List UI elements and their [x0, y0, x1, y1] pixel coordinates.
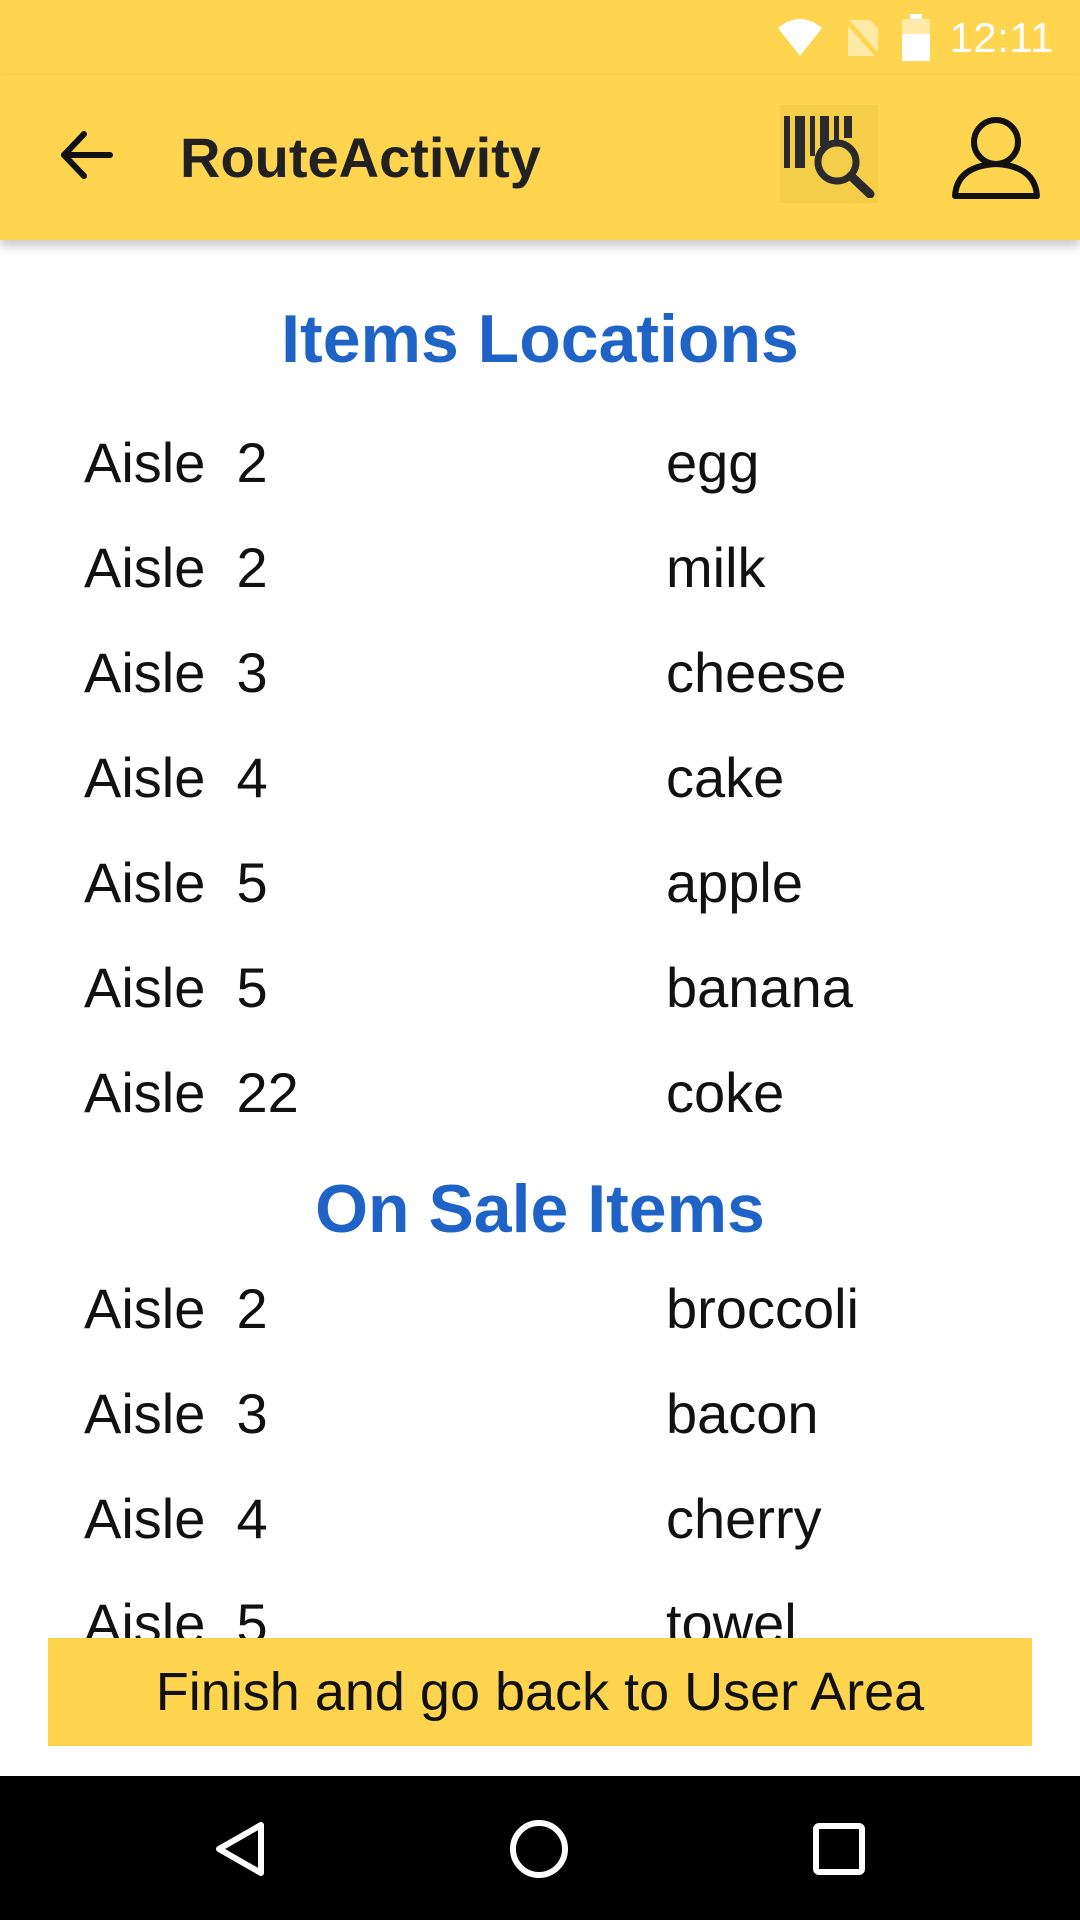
barcode-search-icon	[784, 116, 875, 198]
aisle-label: Aisle 22	[84, 1061, 299, 1124]
screen: 12:11 RouteActivity Items Locations Aisl…	[0, 0, 1080, 1920]
sale-row: Aisle 5 towel	[0, 1591, 1080, 1640]
aisle-label: Aisle 5	[84, 956, 268, 1019]
aisle-label: Aisle 5	[84, 1592, 268, 1640]
account-icon	[952, 117, 1040, 199]
arrow-back-icon	[61, 131, 113, 179]
item-label: towel	[666, 1592, 797, 1640]
aisle-label: Aisle 5	[84, 851, 268, 914]
nav-recents-icon	[813, 1823, 865, 1875]
aisle-label: Aisle 2	[84, 431, 268, 494]
content-list[interactable]: Items Locations Aisle 2 egg Aisle 2 milk…	[0, 240, 1080, 1640]
aisle-label: Aisle 3	[84, 1382, 268, 1445]
item-label: cake	[666, 746, 785, 809]
item-label: cherry	[666, 1487, 822, 1550]
location-row: Aisle 5 banana	[0, 955, 1080, 1035]
item-label: banana	[666, 956, 853, 1019]
page-title: RouteActivity	[180, 126, 541, 189]
status-icons: 12:11	[758, 12, 1055, 64]
sale-row: Aisle 4 cherry	[0, 1486, 1080, 1566]
aisle-label: Aisle 2	[84, 536, 268, 599]
location-row: Aisle 5 apple	[0, 850, 1080, 930]
sale-row: Aisle 2 broccoli	[0, 1276, 1080, 1356]
app-bar: RouteActivity	[0, 75, 1080, 240]
nav-back-icon	[216, 1822, 264, 1876]
nav-recents-button[interactable]	[804, 1814, 874, 1884]
item-label: egg	[666, 431, 760, 494]
item-label: cheese	[666, 641, 847, 704]
location-row: Aisle 3 cheese	[0, 640, 1080, 720]
item-label: apple	[666, 851, 804, 914]
wifi-icon	[776, 18, 824, 58]
battery-icon	[900, 14, 932, 62]
aisle-label: Aisle 4	[84, 1487, 268, 1550]
aisle-label: Aisle 2	[84, 1277, 268, 1340]
status-bar: 12:11	[0, 0, 1080, 75]
item-label: broccoli	[666, 1277, 859, 1340]
on-sale-title: On Sale Items	[315, 1171, 765, 1247]
nav-home-icon	[510, 1820, 568, 1878]
location-row: Aisle 4 cake	[0, 745, 1080, 825]
aisle-label: Aisle 4	[84, 746, 268, 809]
item-label: coke	[666, 1061, 785, 1124]
items-locations-title: Items Locations	[281, 301, 799, 377]
location-row: Aisle 2 egg	[0, 430, 1080, 510]
aisle-label: Aisle 3	[84, 641, 268, 704]
item-label: bacon	[666, 1382, 819, 1445]
location-row: Aisle 2 milk	[0, 535, 1080, 615]
nav-back-button[interactable]	[206, 1814, 276, 1884]
no-sim-icon	[841, 16, 882, 60]
finish-button[interactable]: Finish and go back to User Area	[48, 1638, 1032, 1746]
back-button[interactable]	[46, 115, 126, 195]
location-row: Aisle 22 coke	[0, 1060, 1080, 1140]
account-button[interactable]	[948, 113, 1044, 203]
item-label: milk	[666, 536, 766, 599]
nav-home-button[interactable]	[504, 1814, 574, 1884]
navigation-bar	[0, 1776, 1080, 1920]
barcode-search-button[interactable]	[780, 105, 878, 203]
sale-row: Aisle 3 bacon	[0, 1381, 1080, 1461]
status-time: 12:11	[949, 14, 1054, 61]
